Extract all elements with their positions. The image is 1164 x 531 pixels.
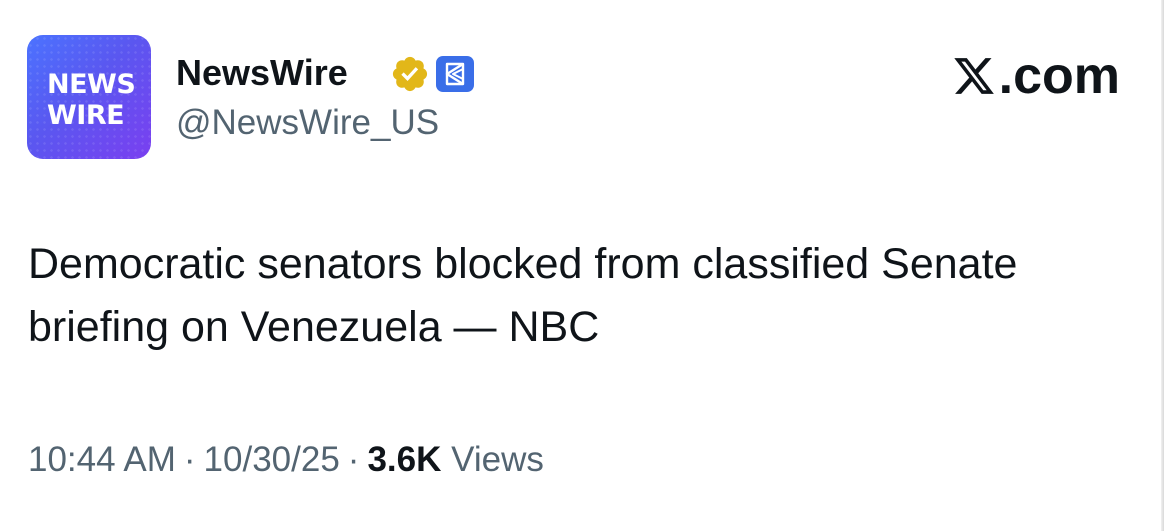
post-date[interactable]: 10/30/25 [204, 440, 340, 479]
user-handle[interactable]: @NewsWire_US [176, 102, 439, 144]
affiliate-badge-icon[interactable] [436, 56, 474, 92]
avatar-logo-text: NEWS WIRE [47, 69, 136, 131]
verified-badge-icon[interactable] [390, 54, 430, 94]
meta-separator: · [347, 440, 360, 479]
post-card: NEWS WIRE NewsWire @NewsWire_US .com Dem… [0, 0, 1164, 531]
meta-separator: · [183, 440, 196, 479]
views-label: Views [451, 440, 544, 479]
avatar[interactable]: NEWS WIRE [27, 35, 151, 159]
post-meta: 10:44 AM · 10/30/25 · 3.6K Views [28, 437, 544, 483]
site-logo-text: .com [998, 47, 1120, 105]
x-com-logo: .com [951, 48, 1120, 104]
x-logo-icon [953, 58, 994, 94]
views-count[interactable]: 3.6K [367, 440, 441, 479]
affiliate-logo-icon [445, 62, 465, 86]
post-text: Democratic senators blocked from classif… [28, 240, 1018, 351]
post-time[interactable]: 10:44 AM [28, 440, 176, 479]
display-name[interactable]: NewsWire [176, 52, 348, 94]
